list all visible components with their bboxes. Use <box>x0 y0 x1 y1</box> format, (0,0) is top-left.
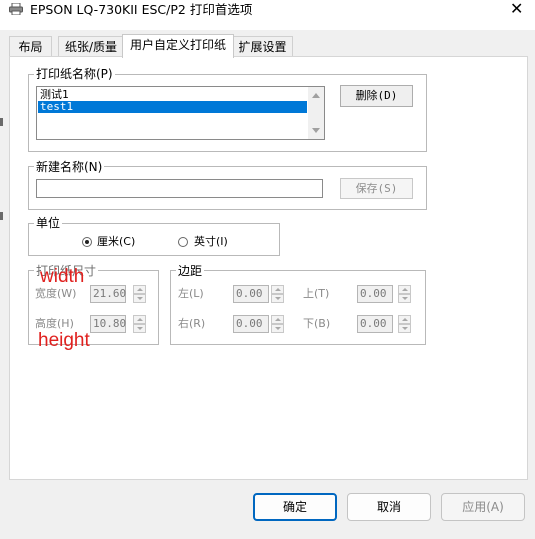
spin-up-icon[interactable] <box>271 315 284 324</box>
paper-name-legend: 打印纸名称(P) <box>34 67 115 81</box>
tab-label: 布局 <box>18 40 43 54</box>
spin-down-icon[interactable] <box>398 294 411 303</box>
spin-down-icon[interactable] <box>133 294 146 303</box>
list-item[interactable]: 测试1 <box>38 89 307 101</box>
spin-down-icon[interactable] <box>271 294 284 303</box>
tab-label: 扩展设置 <box>238 40 287 54</box>
margin-top-spinner[interactable] <box>398 285 411 303</box>
scroll-up-icon[interactable] <box>312 93 320 98</box>
margin-left-field[interactable]: 0.00 <box>233 285 269 303</box>
spin-up-icon[interactable] <box>271 285 284 294</box>
tab-user-defined-paper[interactable]: 用户自定义打印纸 <box>122 34 234 58</box>
save-button[interactable]: 保存(S) <box>340 178 413 199</box>
edge-mark <box>0 118 3 126</box>
list-item-selected[interactable]: test1 <box>38 101 307 113</box>
tab-extended-settings[interactable]: 扩展设置 <box>232 36 293 57</box>
spin-up-icon[interactable] <box>133 285 146 294</box>
scroll-down-icon[interactable] <box>312 128 320 133</box>
margin-bottom-field[interactable]: 0.00 <box>357 315 393 333</box>
margin-right-field[interactable]: 0.00 <box>233 315 269 333</box>
height-spinner[interactable] <box>133 315 146 333</box>
margin-bottom-label: 下(B) <box>303 317 331 330</box>
delete-button[interactable]: 删除(D) <box>340 85 413 107</box>
new-name-input[interactable] <box>36 179 323 198</box>
apply-button[interactable]: 应用(A) <box>441 493 525 521</box>
unit-inch-label[interactable]: 英寸(I) <box>194 235 228 249</box>
margin-right-label: 右(R) <box>178 317 206 330</box>
width-annotation: width <box>40 266 85 287</box>
unit-group <box>28 223 280 256</box>
paper-name-listbox[interactable]: 测试1 test1 <box>36 86 325 140</box>
spin-up-icon[interactable] <box>398 315 411 324</box>
spin-up-icon[interactable] <box>133 315 146 324</box>
width-field[interactable]: 21.60 <box>90 285 126 303</box>
tab-label: 用户自定义打印纸 <box>129 38 226 52</box>
unit-cm-label[interactable]: 厘米(C) <box>97 235 135 249</box>
tab-label: 纸张/质量 <box>64 40 118 54</box>
margin-top-field[interactable]: 0.00 <box>357 285 393 303</box>
listbox-scrollbar[interactable] <box>308 87 324 139</box>
margin-right-spinner[interactable] <box>271 315 284 333</box>
edge-mark <box>0 212 3 220</box>
spin-down-icon[interactable] <box>133 324 146 333</box>
unit-cm-radio[interactable] <box>82 237 92 247</box>
margin-top-label: 上(T) <box>303 287 330 300</box>
title-bar: EPSON LQ-730KII ESC/P2 打印首选项 ✕ <box>0 0 535 30</box>
spin-down-icon[interactable] <box>398 324 411 333</box>
unit-legend: 单位 <box>34 216 63 230</box>
close-icon[interactable]: ✕ <box>510 0 523 18</box>
spin-down-icon[interactable] <box>271 324 284 333</box>
margin-left-spinner[interactable] <box>271 285 284 303</box>
printing-preferences-window: EPSON LQ-730KII ESC/P2 打印首选项 ✕ 布局 纸张/质量 … <box>0 0 535 539</box>
printer-icon <box>9 3 23 15</box>
margin-bottom-spinner[interactable] <box>398 315 411 333</box>
margin-legend: 边距 <box>176 264 205 278</box>
unit-inch-radio[interactable] <box>178 237 188 247</box>
cancel-button[interactable]: 取消 <box>347 493 431 521</box>
width-spinner[interactable] <box>133 285 146 303</box>
height-annotation: height <box>38 330 90 351</box>
spin-up-icon[interactable] <box>398 285 411 294</box>
width-label: 宽度(W) <box>35 287 77 300</box>
ok-button[interactable]: 确定 <box>253 493 337 521</box>
window-title: EPSON LQ-730KII ESC/P2 打印首选项 <box>30 2 253 17</box>
height-label: 高度(H) <box>35 317 74 330</box>
margin-group <box>170 270 426 345</box>
margin-left-label: 左(L) <box>178 287 204 300</box>
height-field[interactable]: 10.80 <box>90 315 126 333</box>
tab-paper-quality[interactable]: 纸张/质量 <box>58 36 124 57</box>
tab-layout[interactable]: 布局 <box>9 36 52 57</box>
new-name-legend: 新建名称(N) <box>34 160 105 174</box>
